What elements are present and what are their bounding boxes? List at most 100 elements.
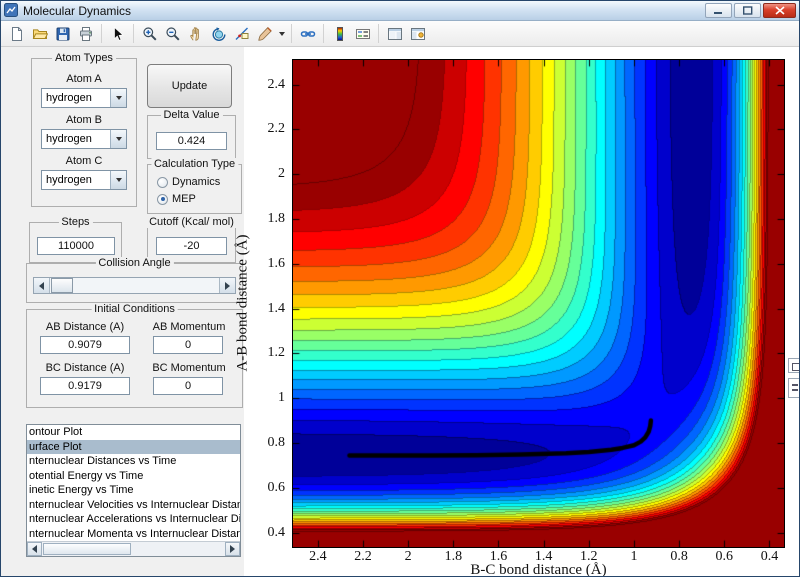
- pointer-icon[interactable]: [106, 23, 129, 45]
- hide-plot-tools-icon[interactable]: [383, 23, 406, 45]
- toolbar-separator: [378, 24, 379, 43]
- atom-c-dropdown[interactable]: hydrogen: [41, 170, 127, 190]
- y-tick-label: 0.8: [268, 435, 286, 451]
- calculation-type-panel: Calculation Type Dynamics MEP: [147, 164, 242, 214]
- toolbar-separator: [133, 24, 134, 43]
- cutoff-input[interactable]: [156, 237, 227, 255]
- plot-list-item[interactable]: nternuclear Accelerations vs Internuclea…: [27, 512, 240, 527]
- rotate-3d-icon[interactable]: [207, 23, 230, 45]
- y-tick-label: 1.8: [268, 211, 286, 227]
- data-cursor-icon[interactable]: [230, 23, 253, 45]
- delta-value-title: Delta Value: [160, 109, 222, 121]
- ab-momentum-input[interactable]: [153, 336, 223, 354]
- atom-c-label: Atom C: [66, 155, 103, 167]
- plot-type-listbox[interactable]: ontour Ploturface Plotnternuclear Distan…: [26, 424, 241, 557]
- clipped-window-fragment: [788, 378, 800, 398]
- slider-left-arrow-icon[interactable]: [34, 278, 50, 293]
- y-tick-label: 0.6: [268, 480, 286, 496]
- y-axis-tick-labels: 0.40.60.811.21.41.61.822.22.4: [251, 60, 289, 547]
- insert-colorbar-icon[interactable]: [328, 23, 351, 45]
- plot-list-item[interactable]: nternuclear Distances vs Time: [27, 454, 240, 469]
- y-axis-label: A-B bond distance (Å): [235, 234, 252, 371]
- plot-list-item[interactable]: inetic Energy vs Time: [27, 483, 240, 498]
- slider-right-arrow-icon[interactable]: [219, 278, 235, 293]
- ab-momentum-label: AB Momentum: [139, 321, 239, 333]
- y-tick-label: 1: [278, 390, 285, 406]
- figure-toolbar: [1, 21, 799, 47]
- plot-list-item[interactable]: urface Plot: [27, 440, 240, 455]
- pan-hand-icon[interactable]: [184, 23, 207, 45]
- link-plots-icon[interactable]: [296, 23, 319, 45]
- close-button[interactable]: [763, 3, 796, 18]
- initial-conditions-title: Initial Conditions: [91, 303, 178, 315]
- minimize-button[interactable]: [705, 3, 732, 18]
- title-bar[interactable]: Molecular Dynamics: [1, 1, 799, 21]
- bc-momentum-input[interactable]: [153, 377, 223, 395]
- listbox-horizontal-scrollbar[interactable]: [27, 541, 240, 556]
- new-figure-icon[interactable]: [5, 23, 28, 45]
- slider-thumb[interactable]: [51, 278, 73, 293]
- toolbar-separator: [101, 24, 102, 43]
- mep-radio-circle[interactable]: [157, 194, 168, 205]
- steps-title: Steps: [58, 216, 92, 228]
- y-tick-label: 2.4: [268, 77, 286, 93]
- atom-b-label: Atom B: [66, 114, 102, 126]
- update-button[interactable]: Update: [147, 64, 232, 108]
- delta-value-panel: Delta Value: [147, 115, 236, 159]
- plot-list-item[interactable]: nternuclear Velocities vs Internuclear D…: [27, 498, 240, 513]
- dynamics-radio[interactable]: Dynamics: [157, 176, 220, 188]
- y-tick-label: 1.4: [268, 301, 286, 317]
- insert-legend-icon[interactable]: [351, 23, 374, 45]
- toolbar-separator: [323, 24, 324, 43]
- window-title: Molecular Dynamics: [23, 4, 131, 18]
- chevron-down-icon[interactable]: [110, 89, 126, 107]
- dynamics-radio-circle[interactable]: [157, 177, 168, 188]
- y-tick-label: 1.6: [268, 256, 286, 272]
- steps-input[interactable]: [37, 237, 115, 255]
- atom-b-value: hydrogen: [42, 130, 110, 148]
- save-figure-icon[interactable]: [51, 23, 74, 45]
- atom-a-value: hydrogen: [42, 89, 110, 107]
- ab-distance-input[interactable]: [40, 336, 130, 354]
- atom-a-dropdown[interactable]: hydrogen: [41, 88, 127, 108]
- y-tick-label: 0.4: [268, 525, 286, 541]
- brush-icon[interactable]: [253, 23, 276, 45]
- show-plot-tools-icon[interactable]: [406, 23, 429, 45]
- bc-distance-input[interactable]: [40, 377, 130, 395]
- zoom-in-icon[interactable]: [138, 23, 161, 45]
- mep-radio[interactable]: MEP: [157, 193, 196, 205]
- plot-list-item[interactable]: otential Energy vs Time: [27, 469, 240, 484]
- delta-value-input[interactable]: [156, 132, 227, 150]
- chevron-down-icon[interactable]: [110, 130, 126, 148]
- atom-types-panel: Atom Types Atom A hydrogen Atom B hydrog…: [31, 58, 137, 207]
- clipped-window-fragment: [788, 358, 800, 373]
- scroll-left-arrow-icon[interactable]: [27, 542, 42, 556]
- collision-angle-title: Collision Angle: [95, 257, 173, 269]
- brush-menu-icon[interactable]: [276, 23, 287, 45]
- zoom-out-icon[interactable]: [161, 23, 184, 45]
- print-figure-icon[interactable]: [74, 23, 97, 45]
- bc-momentum-label: BC Momentum: [139, 362, 239, 374]
- y-tick-label: 2: [278, 166, 285, 182]
- y-tick-label: 1.2: [268, 345, 286, 361]
- atom-types-title: Atom Types: [52, 52, 116, 64]
- plot-list-item[interactable]: ontour Plot: [27, 425, 240, 440]
- mep-radio-label: MEP: [172, 193, 196, 205]
- calculation-type-title: Calculation Type: [151, 158, 238, 170]
- open-file-icon[interactable]: [28, 23, 51, 45]
- potential-energy-surface-plot[interactable]: [292, 59, 785, 548]
- initial-conditions-panel: Initial Conditions AB Distance (A) AB Mo…: [26, 309, 243, 408]
- plot-list-item[interactable]: nternuclear Momenta vs Internuclear Dist…: [27, 527, 240, 542]
- scrollbar-thumb[interactable]: [43, 543, 131, 555]
- dynamics-radio-label: Dynamics: [172, 176, 220, 188]
- scroll-right-arrow-icon[interactable]: [225, 542, 240, 556]
- ab-distance-label: AB Distance (A): [31, 321, 139, 333]
- collision-angle-slider[interactable]: [33, 277, 236, 294]
- chevron-down-icon[interactable]: [110, 171, 126, 189]
- app-window: Molecular Dynamics: [0, 0, 800, 577]
- atom-b-dropdown[interactable]: hydrogen: [41, 129, 127, 149]
- maximize-button[interactable]: [734, 3, 761, 18]
- atom-a-label: Atom A: [66, 73, 101, 85]
- x-axis-label: B-C bond distance (Å): [293, 562, 784, 577]
- collision-angle-panel: Collision Angle: [26, 263, 243, 303]
